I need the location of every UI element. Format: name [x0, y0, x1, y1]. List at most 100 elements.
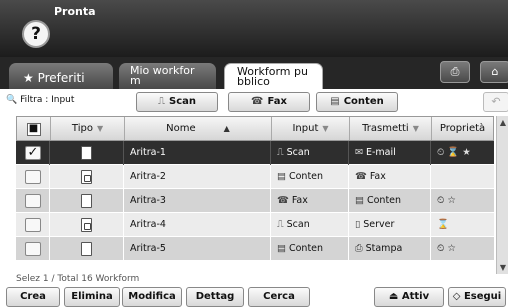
row-checkbox[interactable] — [16, 237, 50, 261]
selection-count: Selez 1 / Total 16 Workform — [16, 274, 140, 284]
tab-label: Preferiti — [37, 71, 85, 85]
undo-icon[interactable]: ↶ — [483, 92, 508, 112]
tab-mio-workform[interactable]: Mio workfor m — [119, 63, 216, 89]
content-box-icon: ▤ — [277, 243, 286, 254]
input-cell: ⎍ Scan — [271, 141, 349, 165]
transmit-cell: ⎙ Stampa — [349, 237, 431, 261]
tab-label: Workform pu bblico — [237, 65, 308, 88]
type-cell — [50, 189, 124, 213]
email-icon: ✉ — [355, 147, 363, 158]
properties-cell: ⏲ ☆ — [437, 243, 456, 254]
document-icon — [81, 146, 92, 160]
input-cell: ☎ Fax — [271, 189, 349, 213]
tab-label: Mio workfor m — [130, 64, 195, 87]
row-checkbox[interactable] — [16, 213, 50, 237]
sort-asc-icon: ▲ — [223, 124, 230, 133]
fax-icon: ☎ — [355, 171, 367, 182]
top-bar: ? Pronta — [0, 0, 508, 57]
name-cell: Aritra-5 — [124, 237, 271, 261]
search-icon: 🔍 — [6, 95, 18, 105]
copy-icon[interactable]: ⎙ — [440, 61, 470, 83]
fax-icon: ☎ — [277, 195, 289, 206]
button-label: Esegui — [463, 291, 502, 302]
content-box-icon: ▤ — [277, 171, 286, 182]
scanner-icon: ⎍ — [158, 96, 165, 107]
scrollbar[interactable]: ▲ ▼ — [496, 116, 508, 274]
scanner-icon: ⎍ — [277, 219, 284, 230]
type-cell — [50, 141, 124, 165]
help-icon[interactable]: ? — [22, 20, 50, 48]
button-label: Fax — [267, 96, 287, 107]
tab-bar: ★ Preferiti Mio workfor m Workform pu bb… — [0, 57, 508, 89]
tab-preferiti[interactable]: ★ Preferiti — [9, 63, 113, 89]
esegui-button[interactable]: ◇ Esegui — [448, 287, 506, 307]
footer-bar: Selez 1 / Total 16 Workform Crea Elimina… — [0, 274, 508, 307]
name-cell: Aritra-1 — [124, 141, 271, 165]
name-cell: Aritra-2 — [124, 165, 271, 189]
table-row[interactable]: Aritra-4 ⎍ Scan ▯ Server ⌛ — [16, 213, 494, 237]
crea-button[interactable]: Crea — [6, 287, 60, 307]
diamond-icon: ◇ — [452, 291, 461, 302]
properties-cell: ⏲ ☆ — [437, 195, 456, 206]
column-tipo[interactable]: Tipo ▼ — [51, 117, 125, 140]
table-row[interactable]: Aritra-3 ☎ Fax ▤ Conten ⏲ ☆ — [16, 189, 494, 213]
name-cell: Aritra-4 — [124, 213, 271, 237]
eject-icon: ⏏ — [388, 291, 399, 302]
input-cell: ▤ Conten — [271, 237, 349, 261]
star-icon: ★ — [23, 71, 34, 85]
table-header: ■ Tipo ▼ Nome ▲ Input ▼ Trasmetti ▼ Propriet… — [16, 116, 494, 141]
scanner-icon: ⎍ — [277, 147, 284, 158]
table-row[interactable]: Aritra-5 ▤ Conten ⎙ Stampa ⏲ ☆ — [16, 237, 494, 261]
button-label: Scan — [169, 96, 196, 107]
transmit-cell: ▤ Conten — [349, 189, 431, 213]
column-nome[interactable]: Nome ▲ — [125, 117, 272, 140]
filter-label[interactable]: 🔍 Filtra : Input — [6, 95, 74, 105]
input-cell: ▤ Conten — [271, 165, 349, 189]
sort-arrow-icon: ▼ — [412, 124, 419, 133]
modifica-button[interactable]: Modifica — [122, 287, 182, 307]
filter-scan-button[interactable]: ⎍ Scan — [136, 92, 218, 112]
table-row[interactable]: Aritra-2 ▤ Conten ☎ Fax — [16, 165, 494, 189]
locked-document-icon — [81, 218, 92, 232]
transmit-cell: ▯ Server — [349, 213, 431, 237]
printer-icon: ⎙ — [355, 243, 363, 254]
attiv-button[interactable]: ⏏ Attiv — [374, 287, 444, 307]
type-cell — [50, 237, 124, 261]
row-checkbox[interactable]: ✓ — [16, 141, 50, 165]
column-proprieta[interactable]: Proprietà — [432, 117, 493, 140]
name-cell: Aritra-3 — [124, 189, 271, 213]
transmit-cell: ☎ Fax — [349, 165, 431, 189]
table-row[interactable]: ✓ Aritra-1 ⎍ Scan ✉ E-mail ⏲ ⌛ ★ — [16, 141, 494, 165]
row-checkbox[interactable] — [16, 165, 50, 189]
properties-cell: ⌛ — [437, 219, 449, 230]
home-icon[interactable]: ⌂ — [480, 61, 508, 83]
cerca-button[interactable]: Cerca — [248, 287, 310, 307]
workform-table: ■ Tipo ▼ Nome ▲ Input ▼ Trasmetti ▼ Propriet… — [16, 116, 494, 261]
column-input[interactable]: Input ▼ — [272, 117, 350, 140]
row-checkbox[interactable] — [16, 189, 50, 213]
properties-cell: ⏲ ⌛ ★ — [437, 147, 471, 158]
type-cell — [50, 165, 124, 189]
select-all-checkbox[interactable]: ■ — [17, 117, 51, 140]
document-icon — [81, 194, 92, 208]
transmit-cell: ✉ E-mail — [349, 141, 431, 165]
tab-workform-pubblico[interactable]: Workform pu bblico — [224, 63, 323, 89]
input-cell: ⎍ Scan — [271, 213, 349, 237]
content-box-icon: ▤ — [330, 96, 340, 107]
fax-icon: ☎ — [251, 96, 264, 107]
filter-fax-button[interactable]: ☎ Fax — [228, 92, 310, 112]
scroll-down-icon[interactable]: ▼ — [497, 263, 508, 272]
button-label: Conten — [343, 96, 384, 107]
status-text: Pronta — [54, 5, 96, 18]
server-icon: ▯ — [355, 219, 361, 230]
filter-text: Filtra : Input — [20, 95, 75, 105]
properties-cell — [431, 165, 494, 189]
button-label: Attiv — [401, 291, 430, 302]
column-trasmetti[interactable]: Trasmetti ▼ — [350, 117, 432, 140]
dettagli-button[interactable]: Dettag — [186, 287, 244, 307]
filter-conten-button[interactable]: ▤ Conten — [316, 92, 398, 112]
scroll-up-icon[interactable]: ▲ — [497, 118, 508, 127]
document-icon — [81, 242, 92, 256]
elimina-button[interactable]: Elimina — [64, 287, 120, 307]
locked-document-icon — [81, 170, 92, 184]
